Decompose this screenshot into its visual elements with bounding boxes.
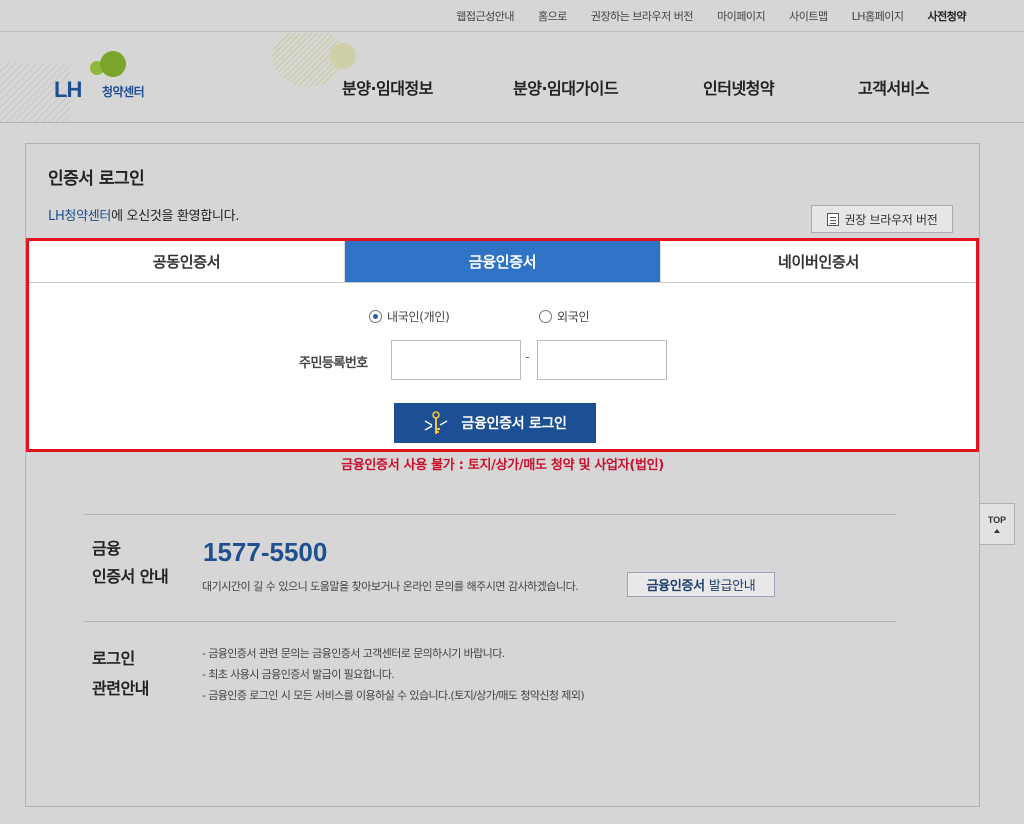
tab-naver-certificate[interactable]: 네이버인증서 — [660, 241, 976, 282]
utility-links: 웹접근성안내 홈으로 권장하는 브라우저 버전 마이페이지 사이트맵 LH홈페이… — [444, 8, 966, 24]
utility-bar: 웹접근성안내 홈으로 권장하는 브라우저 버전 마이페이지 사이트맵 LH홈페이… — [0, 0, 1024, 32]
tab-financial-certificate[interactable]: 금융인증서 — [345, 241, 660, 282]
certificate-info-title-line1: 금융 — [92, 539, 121, 558]
radio-foreign-label: 외국인 — [557, 310, 590, 324]
page-title: 인증서 로그인 — [48, 169, 145, 189]
login-button-label: 금융인증서 로그인 — [461, 416, 567, 432]
certificate-info-title: 금융 인증서 안내 — [92, 535, 169, 591]
link-mypage[interactable]: 마이페이지 — [705, 8, 777, 24]
certificate-info-section: 금융 인증서 안내 1577-5500 대기시간이 길 수 있으니 도움말을 찾… — [84, 514, 896, 622]
certificate-info-title-line2: 인증서 안내 — [92, 567, 169, 586]
tab-joint-certificate[interactable]: 공동인증서 — [29, 241, 345, 282]
recommended-browser-button[interactable]: 권장 브라우저 버전 — [811, 205, 953, 233]
certificate-login-box: 공동인증서 금융인증서 네이버인증서 내국인(개인) 외국인 주민등록번호 - — [26, 238, 979, 452]
radio-foreign[interactable]: 외국인 — [539, 308, 590, 325]
link-pre-subscription[interactable]: 사전청약 — [916, 8, 967, 24]
guide-button-bold: 금융인증서 — [646, 579, 706, 594]
logo-leaf — [100, 51, 126, 77]
menu-customer-service[interactable]: 고객서비스 — [858, 75, 930, 99]
menu-internet-subscription[interactable]: 인터넷청약 — [703, 75, 775, 99]
login-info-title: 로그인 관련안내 — [92, 644, 149, 704]
link-browser-version[interactable]: 권장하는 브라우저 버전 — [579, 8, 705, 24]
list-item: - 금융인증서 관련 문의는 금융인증서 고객센터로 문의하시기 바랍니다. — [202, 647, 505, 660]
support-description: 대기시간이 길 수 있으니 도움말을 찾아보거나 온라인 문의를 해주시면 감사… — [202, 580, 579, 593]
link-sitemap[interactable]: 사이트맵 — [777, 8, 839, 24]
menu-sale-rent-guide[interactable]: 분양·임대가이드 — [513, 75, 619, 99]
link-accessibility[interactable]: 웹접근성안내 — [444, 8, 526, 24]
login-info-title-line1: 로그인 — [92, 649, 135, 668]
arrow-up-icon — [994, 529, 1000, 533]
guide-button-rest: 발급안내 — [708, 579, 756, 594]
financial-certificate-login-button[interactable]: 금융인증서 로그인 — [394, 403, 596, 443]
login-info-title-line2: 관련안내 — [92, 679, 149, 698]
resident-number-back-input[interactable] — [537, 340, 667, 380]
welcome-rest: 에 오신것을 환영합니다. — [111, 209, 240, 224]
resident-number-dash: - — [525, 350, 530, 365]
login-info-list: - 금융인증서 관련 문의는 금융인증서 고객센터로 문의하시기 바랍니다. -… — [202, 643, 585, 706]
certificate-issue-guide-button[interactable]: 금융인증서 발급안내 — [627, 572, 775, 597]
link-lh-homepage[interactable]: LH홈페이지 — [840, 8, 916, 24]
support-phone-number: 1577-5500 — [203, 537, 328, 567]
lh-logo[interactable]: LH 청약센터 — [54, 47, 164, 102]
radio-domestic-label: 내국인(개인) — [387, 310, 450, 324]
logo-subtext: 청약센터 — [102, 85, 145, 99]
key-icon — [425, 411, 448, 434]
usage-warning: 금융인증서 사용 불가 : 토지/상가/매도 청약 및 사업자(법인) — [341, 458, 664, 473]
resident-number-row: 주민등록번호 - — [29, 340, 976, 380]
link-home[interactable]: 홈으로 — [526, 8, 579, 24]
radio-unchecked-icon — [539, 310, 552, 323]
menu-sale-rent-info[interactable]: 분양·임대정보 — [342, 75, 433, 99]
global-nav: LH 청약센터 분양·임대정보 분양·임대가이드 인터넷청약 고객서비스 — [0, 33, 1024, 123]
resident-number-label: 주민등록번호 — [299, 356, 368, 371]
login-panel: 인증서 로그인 LH청약센터에 오신것을 환영합니다. 권장 브라우저 버전 공… — [25, 143, 980, 807]
radio-checked-icon — [369, 310, 382, 323]
decorative-circle-small — [330, 43, 356, 69]
certificate-tabs: 공동인증서 금융인증서 네이버인증서 — [29, 241, 976, 283]
scroll-top-button[interactable]: TOP — [979, 503, 1015, 545]
list-item: - 최초 사용시 금융인증서 발급이 필요합니다. — [202, 668, 395, 681]
recommended-browser-label: 권장 브라우저 버전 — [844, 212, 938, 227]
login-info-section: 로그인 관련안내 - 금융인증서 관련 문의는 금융인증서 고객센터로 문의하시… — [84, 622, 896, 732]
document-icon — [826, 212, 839, 226]
welcome-brand: LH청약센터 — [48, 209, 112, 224]
logo-text: LH — [54, 77, 82, 102]
list-item: - 금융인증 로그인 시 모든 서비스를 이용하실 수 있습니다.(토지/상가/… — [202, 689, 585, 702]
welcome-text: LH청약센터에 오신것을 환영합니다. — [48, 205, 239, 224]
radio-domestic[interactable]: 내국인(개인) — [369, 308, 450, 325]
resident-number-front-input[interactable] — [391, 340, 521, 380]
scroll-top-label: TOP — [987, 515, 1007, 525]
